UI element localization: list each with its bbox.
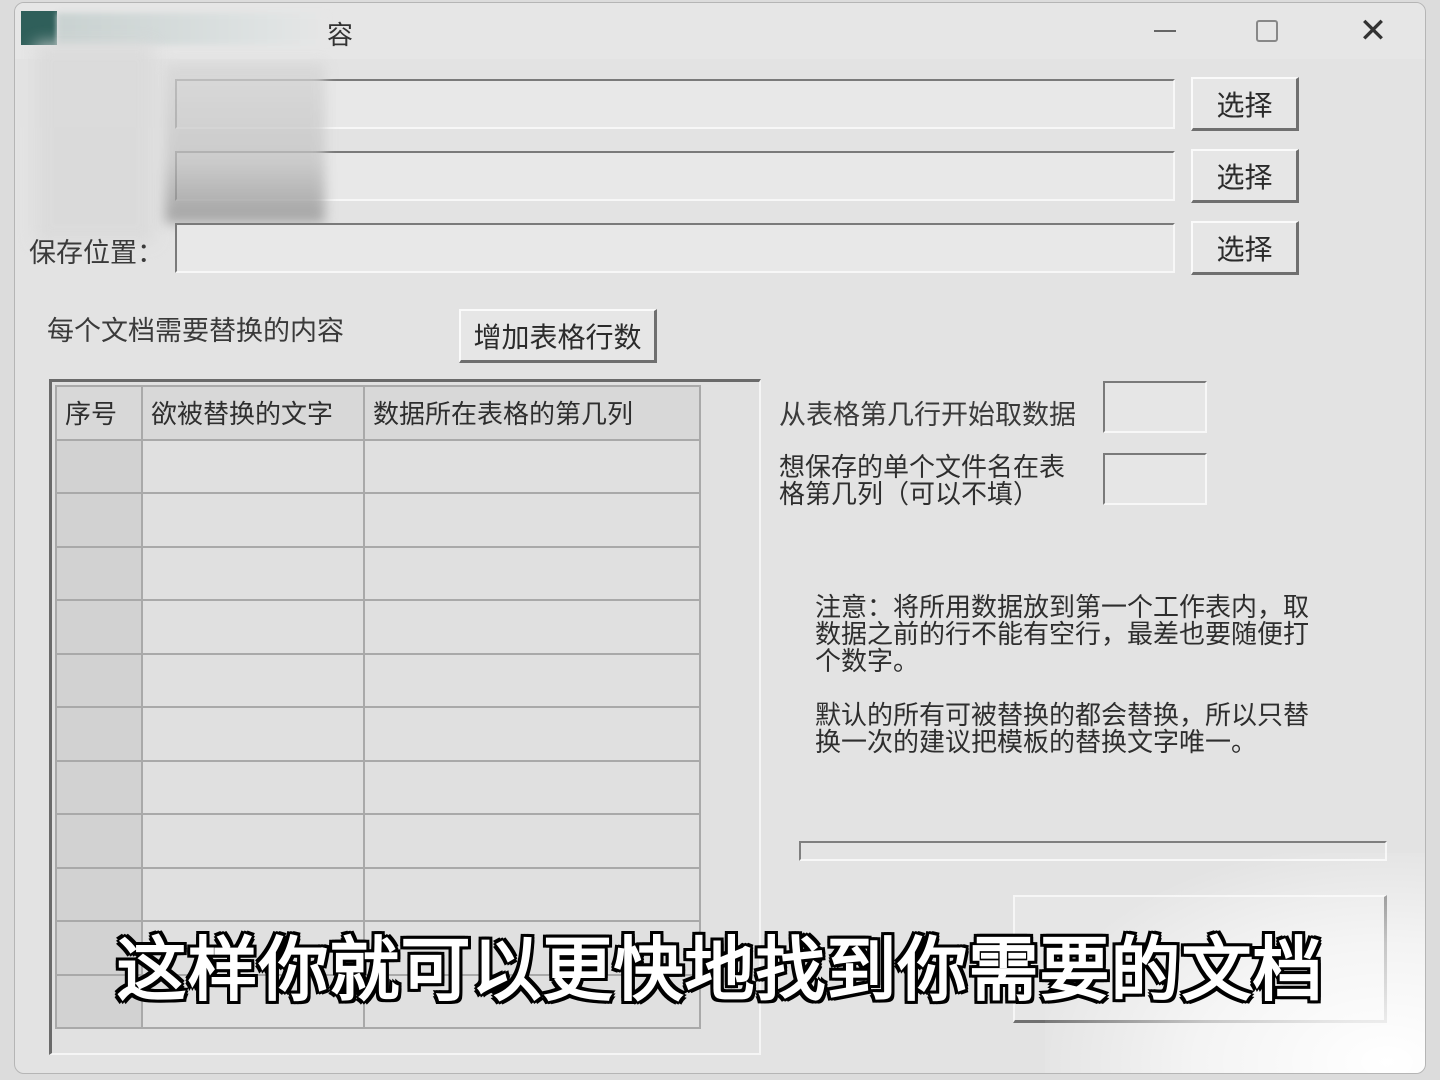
table-row[interactable]	[55, 759, 701, 815]
select-save-location-button[interactable]: 选择	[1191, 221, 1299, 275]
template-path-input[interactable]	[175, 79, 1175, 129]
table-row[interactable]	[55, 599, 701, 655]
table-row[interactable]	[55, 438, 701, 494]
window-title: 容	[327, 21, 354, 51]
row-header-cell[interactable]	[55, 866, 143, 922]
table-cell[interactable]	[363, 599, 701, 655]
filename-column-label: 想保存的单个文件名在表 格第几列（可以不填）	[779, 455, 1065, 509]
maximize-button[interactable]	[1237, 9, 1297, 53]
grid-header-row: 序号 欲被替换的文字 数据所在表格的第几列	[55, 385, 701, 441]
table-row[interactable]	[55, 545, 701, 601]
table-cell[interactable]	[363, 492, 701, 548]
note-line: 注意：将所用数据放到第一个工作表内，取	[815, 593, 1310, 623]
blurred-region	[165, 63, 325, 223]
row-header-cell[interactable]	[55, 706, 143, 762]
maximize-icon	[1256, 20, 1278, 42]
table-row[interactable]	[55, 492, 701, 548]
select-data-button[interactable]: 选择	[1191, 149, 1299, 203]
close-button[interactable]: ✕	[1343, 9, 1403, 53]
column-header-index[interactable]: 序号	[55, 385, 143, 441]
minimize-button[interactable]	[1135, 9, 1195, 53]
row-header-cell[interactable]	[55, 545, 143, 601]
row-header-cell[interactable]	[55, 492, 143, 548]
save-location-input[interactable]	[175, 223, 1175, 273]
filename-column-label-line2: 格第几列（可以不填）	[779, 480, 1040, 510]
table-row[interactable]	[55, 652, 701, 708]
note-line: 个数字。	[815, 647, 920, 677]
column-header-find-text[interactable]: 欲被替换的文字	[141, 385, 365, 441]
save-location-label: 保存位置：	[29, 238, 164, 269]
table-cell[interactable]	[363, 759, 701, 815]
table-cell[interactable]	[363, 706, 701, 762]
start-row-label: 从表格第几行开始取数据	[779, 400, 1076, 431]
table-cell[interactable]	[363, 652, 701, 708]
note-line: 换一次的建议把模板的替换文字唯一。	[815, 728, 1258, 758]
note-line: 默认的所有可被替换的都会替换，所以只替	[815, 701, 1310, 731]
title-blurred-region	[57, 13, 327, 45]
replace-content-label: 每个文档需要替换的内容	[47, 316, 344, 347]
table-cell[interactable]	[141, 545, 365, 601]
table-cell[interactable]	[141, 438, 365, 494]
close-icon: ✕	[1358, 11, 1388, 51]
filename-column-label-line1: 想保存的单个文件名在表	[779, 453, 1066, 483]
row-header-cell[interactable]	[55, 652, 143, 708]
note-line: 数据之前的行不能有空行，最差也要随便打	[815, 620, 1310, 650]
app-icon	[21, 11, 57, 45]
video-subtitle: 这样你就可以更快地找到你需要的文档	[116, 929, 1324, 1011]
note-replace-all: 默认的所有可被替换的都会替换，所以只替 换一次的建议把模板的替换文字唯一。	[815, 703, 1309, 757]
add-table-rows-button[interactable]: 增加表格行数	[459, 309, 657, 363]
table-cell[interactable]	[141, 813, 365, 869]
data-path-input[interactable]	[175, 151, 1175, 201]
table-cell[interactable]	[141, 759, 365, 815]
column-header-column-number[interactable]: 数据所在表格的第几列	[363, 385, 701, 441]
table-row[interactable]	[55, 813, 701, 869]
note-empty-rows: 注意：将所用数据放到第一个工作表内，取 数据之前的行不能有空行，最差也要随便打 …	[815, 595, 1309, 676]
table-cell[interactable]	[363, 545, 701, 601]
minimize-icon	[1154, 30, 1176, 32]
blurred-labels-region	[35, 43, 155, 243]
table-cell[interactable]	[363, 438, 701, 494]
row-header-cell[interactable]	[55, 438, 143, 494]
table-cell[interactable]	[141, 706, 365, 762]
table-row[interactable]	[55, 866, 701, 922]
row-header-cell[interactable]	[55, 599, 143, 655]
table-cell[interactable]	[363, 813, 701, 869]
table-cell[interactable]	[141, 652, 365, 708]
table-cell[interactable]	[141, 866, 365, 922]
title-bar[interactable]: 容 ✕	[15, 3, 1425, 59]
table-cell[interactable]	[141, 492, 365, 548]
start-row-input[interactable]	[1103, 381, 1207, 433]
select-template-button[interactable]: 选择	[1191, 77, 1299, 131]
table-cell[interactable]	[141, 599, 365, 655]
row-header-cell[interactable]	[55, 759, 143, 815]
row-header-cell[interactable]	[55, 813, 143, 869]
filename-column-input[interactable]	[1103, 453, 1207, 505]
table-cell[interactable]	[363, 866, 701, 922]
table-row[interactable]	[55, 706, 701, 762]
